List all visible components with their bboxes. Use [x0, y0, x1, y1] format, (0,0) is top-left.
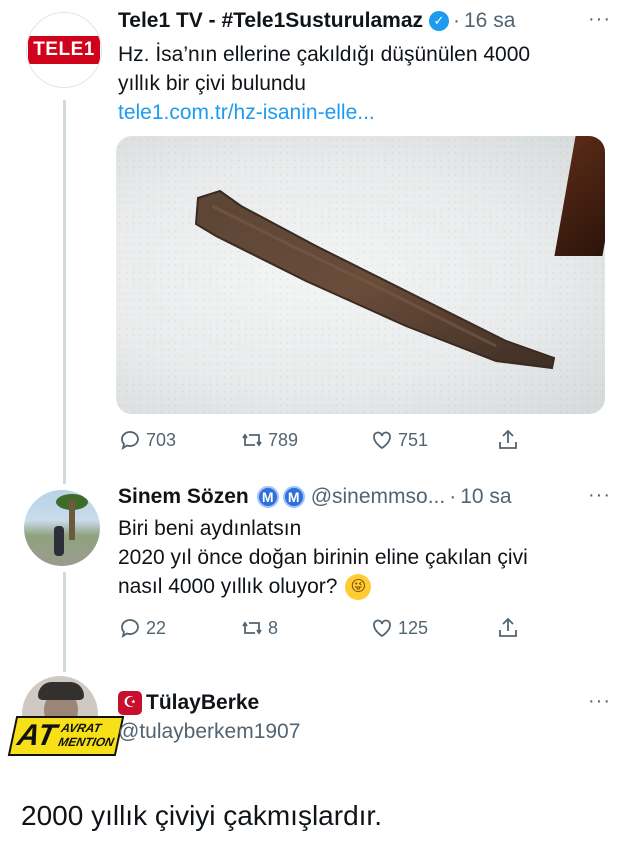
retweet-button[interactable]: 8	[240, 616, 278, 640]
retweet-icon	[242, 433, 262, 447]
zany-face-emoji-icon: 😜	[345, 573, 372, 600]
tweet-text-line: yıllık bir çivi bulundu	[118, 72, 306, 95]
tweet-text-line: Biri beni aydınlatsın	[118, 517, 302, 540]
tweet-1[interactable]: Tele1 TV - #Tele1Susturulamaz ✓ · 16 sa …	[118, 8, 611, 127]
more-options-icon[interactable]: ···	[588, 484, 611, 507]
tweet-2[interactable]: Sinem Sözen M M @sinemmso... · 10 sa ···…	[118, 484, 611, 601]
retweet-count: 8	[268, 617, 279, 638]
reply-count: 22	[146, 617, 167, 638]
share-icon	[499, 617, 517, 637]
timestamp[interactable]: 10 sa	[460, 484, 511, 510]
person-figure	[54, 526, 64, 556]
retweet-button[interactable]: 789	[240, 428, 298, 452]
dot-separator: ·	[449, 485, 457, 508]
tweet-header: Sinem Sözen M M @sinemmso... · 10 sa	[118, 484, 611, 510]
tele1-logo: TELE1	[28, 36, 100, 64]
tweet-text: nasıl 4000 yıllık oluyor?	[118, 575, 338, 598]
like-count: 125	[398, 617, 429, 638]
reply-count: 703	[146, 429, 177, 450]
article-link[interactable]: tele1.com.tr/hz-isanin-elle...	[118, 98, 611, 127]
reply-button[interactable]: 22	[118, 616, 166, 640]
share-icon	[499, 429, 517, 449]
author-handle[interactable]: @tulayberkem1907	[118, 718, 611, 746]
more-options-icon[interactable]: ···	[588, 8, 611, 31]
share-button[interactable]	[496, 616, 524, 640]
m-badge-icon: M	[256, 486, 279, 508]
thread-line	[63, 100, 66, 484]
caption-text: 2000 yıllık çiviyi çakmışlardır.	[21, 800, 382, 831]
hat	[38, 682, 84, 700]
screenshot: TELE1 Tele1 TV - #Tele1Susturulamaz ✓ · …	[0, 0, 635, 853]
like-button[interactable]: 125	[370, 616, 428, 640]
retweet-count: 789	[268, 429, 299, 450]
like-count: 751	[398, 429, 429, 450]
tweet-text-line: 2020 yıl önce doğan birinin eline çakıla…	[118, 546, 528, 569]
reply-icon	[121, 431, 139, 450]
timestamp[interactable]: 16 sa	[464, 8, 515, 34]
share-button[interactable]	[496, 428, 524, 452]
tweet-text-line: nasıl 4000 yıllık oluyor? 😜	[118, 572, 611, 601]
palm-tree-trunk	[69, 500, 75, 540]
at-mention-badge: AT AVRAT MENTION	[7, 716, 125, 756]
retweet-icon	[242, 621, 262, 635]
tweet-header: Tele1 TV - #Tele1Susturulamaz ✓ · 16 sa	[118, 8, 611, 34]
tweet-header: ☪ TülayBerke	[118, 690, 611, 716]
verified-icon: ✓	[429, 11, 449, 31]
author-name[interactable]: Sinem Sözen	[118, 484, 249, 510]
reply-icon	[121, 619, 139, 638]
heart-icon	[373, 431, 391, 450]
tweet-3-header[interactable]: ☪ TülayBerke ··· @tulayberkem1907	[118, 690, 611, 746]
author-name[interactable]: Tele1 TV - #Tele1Susturulamaz	[118, 8, 423, 34]
more-options-icon[interactable]: ···	[588, 690, 611, 713]
sinem-avatar[interactable]	[24, 490, 100, 566]
like-button[interactable]: 751	[370, 428, 428, 452]
rusty-nail-photo	[194, 189, 556, 370]
badge-small-line: AVRAT	[59, 721, 103, 736]
tweet-text-line: Hz. İsa’nın ellerine çakıldığı düşünülen…	[118, 43, 531, 66]
badge-big-text: AT	[14, 719, 60, 752]
dot-separator: ·	[453, 9, 460, 32]
reply-button[interactable]: 703	[118, 428, 176, 452]
thread-line	[63, 572, 66, 672]
badge-small-line: MENTION	[57, 735, 116, 749]
turkish-flag-icon: ☪	[118, 691, 142, 715]
author-name[interactable]: TülayBerke	[146, 690, 259, 716]
author-handle[interactable]: @sinemmso...	[311, 484, 446, 510]
tweet-image[interactable]	[116, 136, 605, 414]
heart-icon	[373, 619, 391, 638]
badge-small-text: AVRAT MENTION	[57, 721, 118, 750]
m-badge-icon: M	[282, 486, 305, 508]
tele1-avatar[interactable]: TELE1	[26, 12, 102, 88]
